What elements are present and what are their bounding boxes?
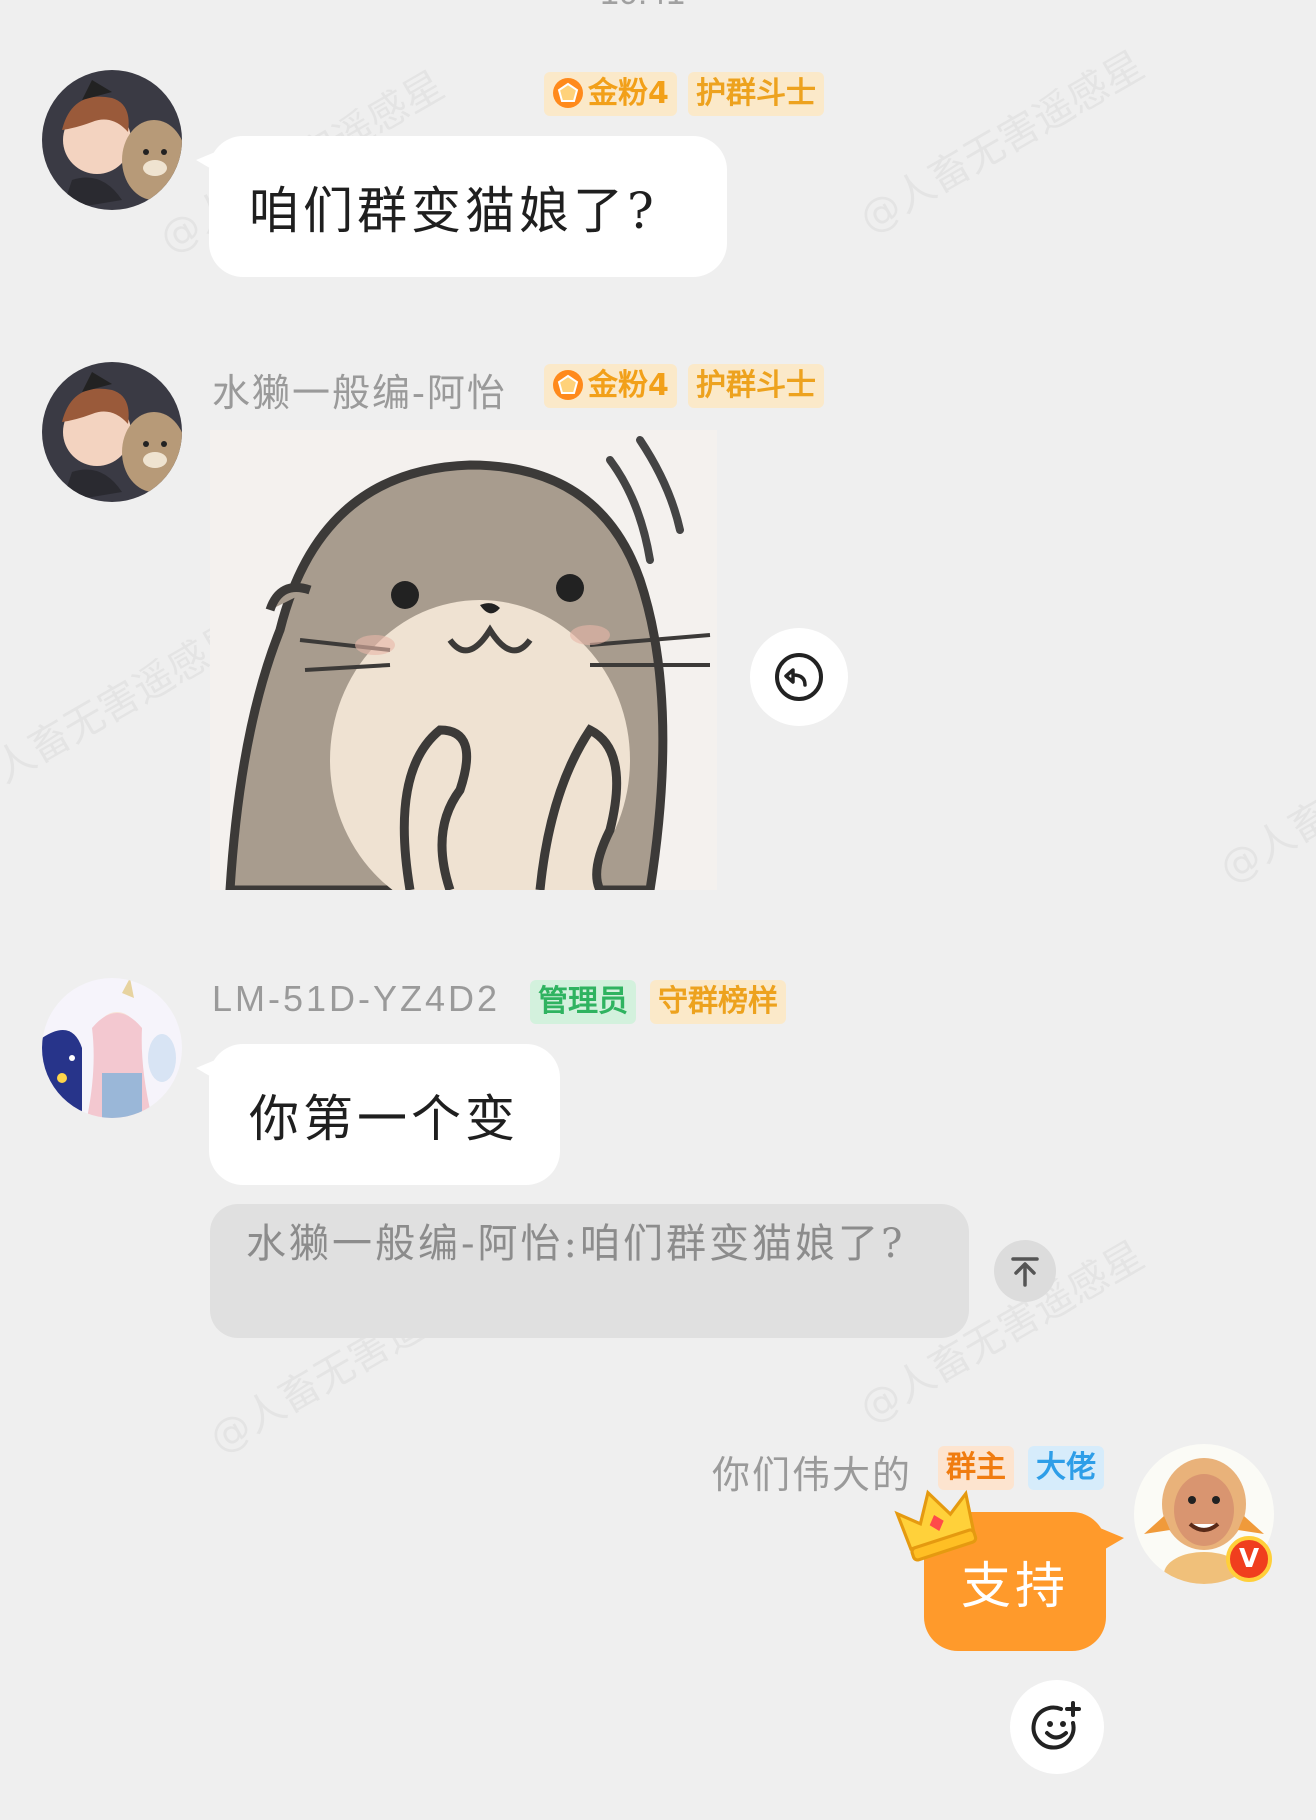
message-text: 支持 (961, 1556, 1069, 1615)
sender-name: 你们伟大的 (712, 1453, 913, 1497)
watermark: @人畜无害遥感星 (1207, 684, 1316, 894)
sender-name: LM-51D-YZ4D2 (212, 978, 501, 1019)
quoted-message[interactable]: 水獭一般编-阿怡:咱们群变猫娘了? (210, 1204, 969, 1338)
status-time: 10:41 (600, 0, 685, 13)
pentagon-gem-icon (553, 369, 583, 400)
level-badge-label: 金粉4 (588, 368, 669, 403)
message-text: 你第一个变 (249, 1089, 519, 1148)
message-text: 咱们群变猫娘了? (249, 181, 658, 240)
verified-badge: V (1226, 1536, 1272, 1582)
level-badge: 金粉4 (544, 72, 677, 116)
watermark: @人畜无害遥感星 (847, 34, 1153, 244)
sender-avatar[interactable] (42, 70, 182, 210)
sender-avatar[interactable] (42, 362, 182, 502)
title-badge: 大佬 (1028, 1446, 1104, 1490)
otter-sticker (210, 430, 717, 890)
forward-button[interactable] (750, 628, 848, 726)
sticker-image[interactable] (210, 430, 717, 890)
level-badge-label: 金粉4 (588, 76, 669, 111)
message-bubble[interactable]: 咱们群变猫娘了? (209, 136, 727, 277)
reply-arrow-icon (775, 653, 823, 701)
role-badge: 管理员 (530, 980, 636, 1024)
quoted-text: 水獭一般编-阿怡:咱们群变猫娘了? (246, 1221, 906, 1267)
scroll-to-quote-button[interactable] (994, 1240, 1056, 1302)
level-badge: 金粉4 (544, 364, 677, 408)
emoji-add-icon (1031, 1701, 1081, 1750)
message-bubble[interactable]: 你第一个变 (209, 1044, 560, 1185)
sender-avatar[interactable] (42, 978, 182, 1118)
title-badge: 守群榜样 (650, 980, 786, 1024)
add-reaction-button[interactable] (1010, 1680, 1104, 1774)
sender-name: 水獭一般编-阿怡 (212, 371, 507, 415)
pentagon-gem-icon (553, 77, 583, 108)
title-badge: 护群斗士 (688, 364, 824, 408)
arrow-to-top-icon (1011, 1257, 1039, 1287)
title-badge: 护群斗士 (688, 72, 824, 116)
